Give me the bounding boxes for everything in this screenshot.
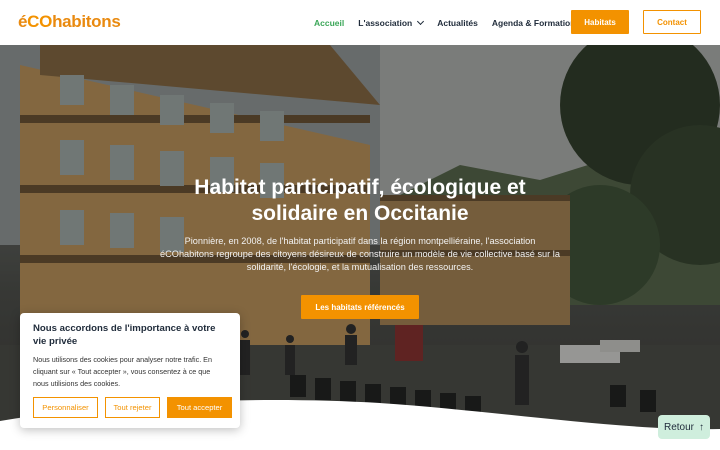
cookie-consent-panel: Nous accordons de l'importance à votre v…	[20, 313, 240, 428]
habitats-references-button[interactable]: Les habitats référencés	[301, 295, 419, 319]
nav-item-association[interactable]: L'association	[358, 17, 425, 28]
logo-prefix: é	[18, 12, 28, 31]
nav-label: Accueil	[314, 17, 345, 28]
personalize-button[interactable]: Personnaliser	[33, 397, 98, 418]
cookie-text: Nous utilisons des cookies pour analyser…	[33, 355, 212, 388]
habitats-button[interactable]: Habitats	[571, 10, 629, 34]
logo-rest: habitons	[52, 12, 121, 31]
reject-all-button[interactable]: Tout rejeter	[105, 397, 160, 418]
nav-item-agenda[interactable]: Agenda & Formations	[492, 18, 580, 28]
cookie-buttons: Personnaliser Tout rejeter Tout accepter	[33, 397, 232, 418]
main-nav: Accueil L'association Actualités Agenda …	[314, 0, 594, 45]
site-header: éCOhabitons Accueil L'association Actual…	[0, 0, 720, 45]
nav-label: Actualités	[437, 17, 478, 28]
nav-item-accueil[interactable]: Accueil	[314, 18, 344, 28]
chevron-down-icon	[417, 17, 425, 25]
site-logo[interactable]: éCOhabitons	[18, 12, 121, 32]
hero-description: Pionnière, en 2008, de l'habitat partici…	[160, 236, 560, 272]
cookie-title: Nous accordons de l'importance à votre v…	[33, 323, 216, 347]
nav-item-actualites[interactable]: Actualités	[437, 18, 478, 28]
hero-title-line1: Habitat participatif, écologique et	[194, 176, 526, 199]
arrow-up-icon: ↑	[699, 421, 704, 433]
nav-label: Agenda & Formations	[491, 17, 581, 28]
contact-button[interactable]: Contact	[643, 10, 701, 34]
nav-label: L'association	[358, 17, 413, 28]
hero-title: Habitat participatif, écologique et soli…	[140, 175, 580, 227]
accept-all-button[interactable]: Tout accepter	[167, 397, 232, 418]
hero-title-line2: solidaire en Occitanie	[251, 202, 469, 225]
back-to-top-label: Retour	[663, 421, 694, 433]
back-to-top-button[interactable]: Retour ↑	[658, 415, 710, 439]
logo-co: CO	[27, 12, 53, 31]
